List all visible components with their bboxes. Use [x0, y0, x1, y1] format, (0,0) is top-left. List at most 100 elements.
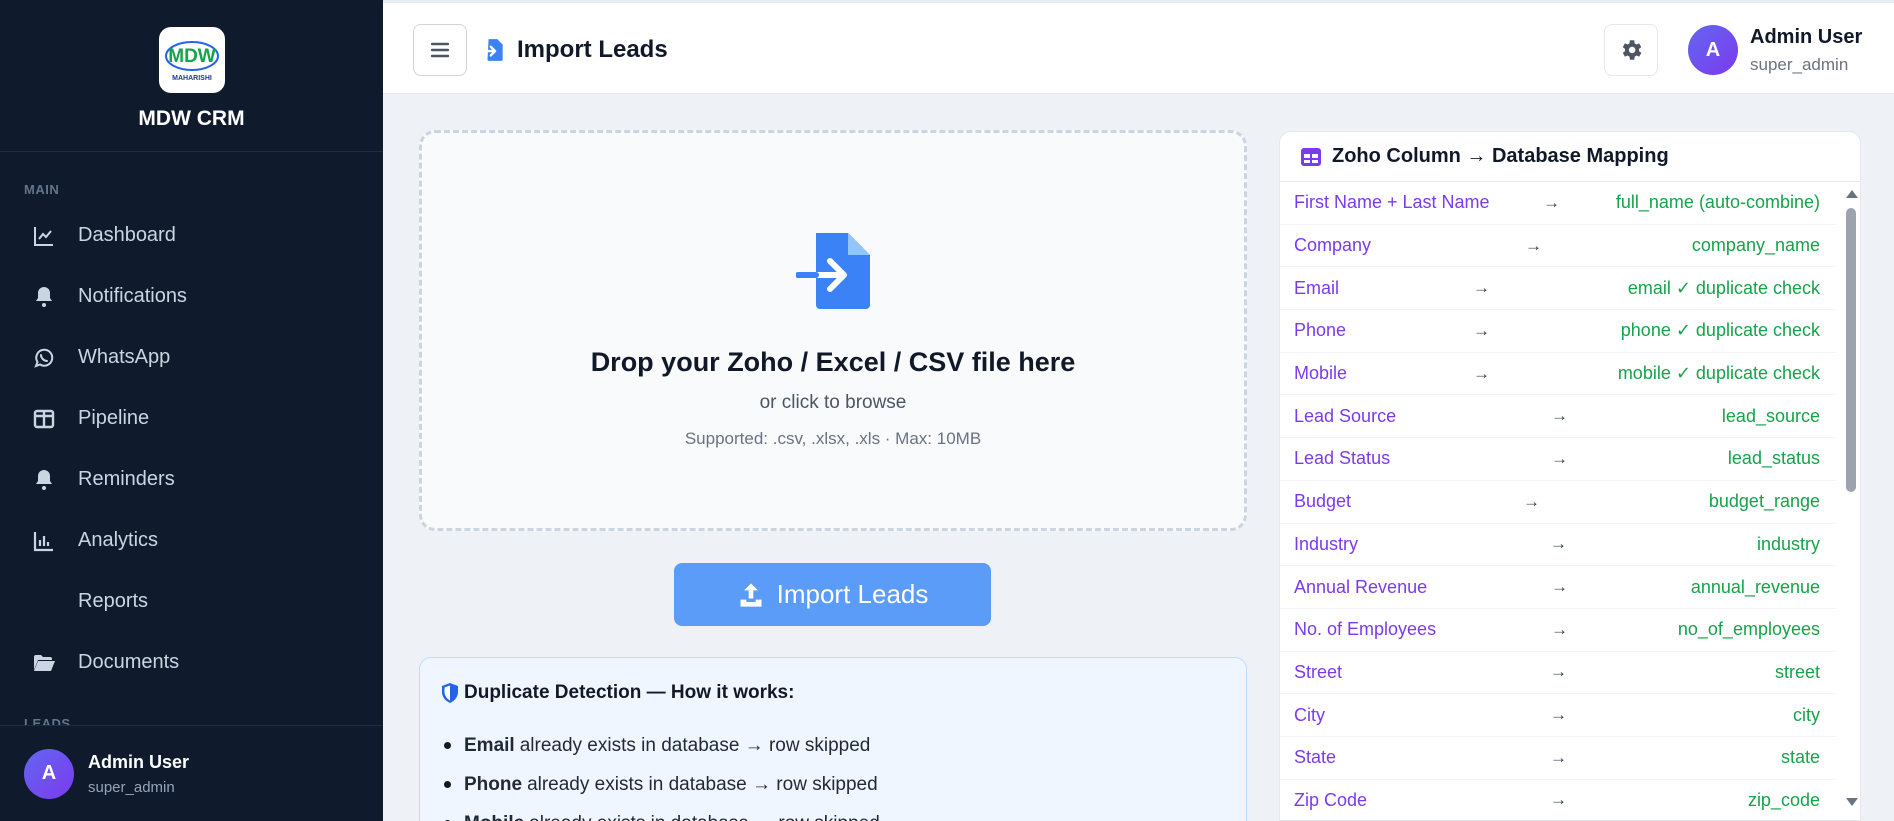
sidebar-item-label: Reports	[78, 590, 149, 612]
table-row: Lead Source → lead_source	[1280, 395, 1836, 439]
sidebar-item-analytics[interactable]: Analytics	[0, 510, 383, 571]
arrow-right-icon: →	[1543, 192, 1560, 212]
sidebar: MDW MAHARISHI MDW CRM MAIN Dashboard Not…	[0, 0, 383, 821]
sidebar-item-label: Documents	[78, 651, 180, 673]
list-item: Phone already exists in database → row sk…	[444, 765, 880, 804]
arrow-right-icon: →	[1551, 406, 1568, 426]
arrow-right-icon: →	[1550, 662, 1567, 682]
upload-icon	[740, 582, 762, 607]
chart-line-icon	[32, 224, 56, 248]
table-icon	[1301, 147, 1321, 166]
arrow-right-icon: →	[1473, 278, 1490, 298]
table-row: City → city	[1280, 694, 1836, 737]
mapping-rows: First Name + Last Name → full_name (auto-c…	[1280, 182, 1836, 820]
mapping-scrollbar[interactable]	[1840, 182, 1860, 820]
table-row: Budget → budget_range	[1280, 481, 1836, 524]
columns-icon	[32, 407, 56, 431]
top-header: Import Leads A Admin User super_admin	[383, 0, 1894, 94]
duplicate-rules-list: Email already exists in database → row sk…	[444, 726, 880, 821]
brand-name: MDW CRM	[138, 107, 245, 130]
table-row: State → state	[1280, 737, 1836, 780]
logo-mark-icon: MDW MAHARISHI	[164, 41, 219, 82]
arrow-right-icon: →	[1550, 705, 1567, 725]
svg-text:MAHARISHI: MAHARISHI	[172, 75, 212, 82]
scroll-down-icon[interactable]	[1846, 798, 1858, 806]
import-leads-button[interactable]: Import Leads	[674, 563, 991, 626]
import-button-label: Import Leads	[776, 579, 929, 609]
list-item: Email already exists in database → row sk…	[444, 726, 880, 765]
sidebar-item-documents[interactable]: Documents	[0, 632, 383, 693]
user-name: Admin User	[88, 751, 190, 772]
sidebar-item-label: Notifications	[78, 285, 187, 307]
sidebar-item-whatsapp[interactable]: WhatsApp	[0, 327, 383, 388]
bell-icon	[32, 468, 56, 492]
column-mapping-panel: Zoho Column → Database Mapping First Nam…	[1279, 131, 1861, 821]
gear-icon	[1622, 40, 1642, 60]
arrow-right-icon: →	[1523, 491, 1540, 511]
sidebar-item-dashboard[interactable]: Dashboard	[0, 205, 383, 266]
arrow-right-icon: →	[1473, 320, 1490, 340]
table-row: Street → street	[1280, 652, 1836, 695]
table-row: Lead Status → lead_status	[1280, 438, 1836, 481]
table-row: First Name + Last Name → full_name (auto-c…	[1280, 182, 1836, 225]
table-row: Industry → industry	[1280, 524, 1836, 567]
sidebar-item-label: WhatsApp	[78, 346, 171, 368]
table-row: Company → company_name	[1280, 225, 1836, 268]
page-title: Import Leads	[481, 36, 668, 64]
arrow-right-icon: →	[1551, 619, 1568, 639]
brand: MDW MAHARISHI MDW CRM	[0, 0, 383, 152]
sidebar-item-notifications[interactable]: Notifications	[0, 266, 383, 327]
bar-chart-icon	[32, 529, 56, 553]
page-title-text: Import Leads	[517, 36, 668, 63]
dropzone-title: Drop your Zoho / Excel / CSV file here	[590, 347, 1076, 377]
user-role: super_admin	[88, 778, 175, 796]
arrow-right-icon: →	[1550, 747, 1567, 767]
duplicate-detection-info: Duplicate Detection — How it works: Emai…	[419, 657, 1247, 821]
arrow-right-icon: →	[1551, 448, 1568, 468]
sidebar-item-label: Reminders	[78, 468, 175, 490]
sidebar-item-reports[interactable]: Reports	[0, 571, 383, 632]
whatsapp-icon	[32, 346, 56, 370]
brand-logo[interactable]: MDW MAHARISHI	[158, 27, 225, 93]
table-row: No. of Employees → no_of_employees	[1280, 609, 1836, 652]
table-row: Email → email ✓ duplicate check	[1280, 267, 1836, 311]
sidebar-item-label: Analytics	[78, 529, 159, 551]
table-row: Mobile → mobile ✓ duplicate check	[1280, 353, 1836, 396]
sidebar-item-label: Dashboard	[78, 224, 176, 246]
shield-icon	[442, 683, 458, 703]
duplicate-info-title: Duplicate Detection — How it works:	[440, 682, 794, 704]
table-row: Annual Revenue → annual_revenue	[1280, 566, 1836, 609]
file-import-icon	[481, 39, 503, 61]
user-role: super_admin	[1750, 54, 1849, 74]
avatar: A	[24, 748, 74, 799]
file-import-icon	[796, 233, 870, 309]
arrow-right-icon: →	[1550, 790, 1567, 810]
file-dropzone[interactable]: Drop your Zoho / Excel / CSV file here o…	[419, 130, 1247, 531]
mapping-panel-header: Zoho Column → Database Mapping	[1280, 132, 1860, 182]
svg-text:MDW: MDW	[168, 46, 216, 67]
sidebar-item-reminders[interactable]: Reminders	[0, 449, 383, 510]
arrow-right-icon: →	[1473, 363, 1490, 383]
table-row: Phone → phone ✓ duplicate check	[1280, 310, 1836, 353]
header-user-menu[interactable]: A Admin User super_admin	[1688, 25, 1862, 75]
scrollbar-thumb[interactable]	[1846, 208, 1856, 492]
settings-button[interactable]	[1604, 24, 1658, 76]
section-label-main: MAIN	[24, 182, 60, 197]
dropzone-subtitle: or click to browse	[759, 392, 907, 413]
dropzone-hint: Supported: .csv, .xlsx, .xls · Max: 10MB	[684, 429, 982, 448]
folder-open-icon	[32, 651, 56, 675]
mapping-panel-title: Zoho Column → Database Mapping	[1332, 145, 1669, 167]
scroll-up-icon[interactable]	[1846, 190, 1858, 198]
avatar: A	[1688, 25, 1738, 75]
arrow-right-icon: →	[1525, 235, 1542, 255]
bell-icon	[32, 285, 56, 309]
menu-toggle-button[interactable]	[413, 24, 467, 76]
sidebar-item-pipeline[interactable]: Pipeline	[0, 388, 383, 449]
arrow-right-icon: →	[1551, 577, 1568, 597]
sidebar-user-card[interactable]: A Admin User super_admin	[0, 725, 383, 821]
sidebar-item-label: Pipeline	[78, 407, 150, 429]
list-item: Mobilealready exists in database → row s…	[444, 804, 880, 821]
table-row: Zip Code → zip_code	[1280, 780, 1836, 820]
user-name: Admin User	[1750, 25, 1863, 48]
hamburger-icon	[430, 42, 450, 58]
